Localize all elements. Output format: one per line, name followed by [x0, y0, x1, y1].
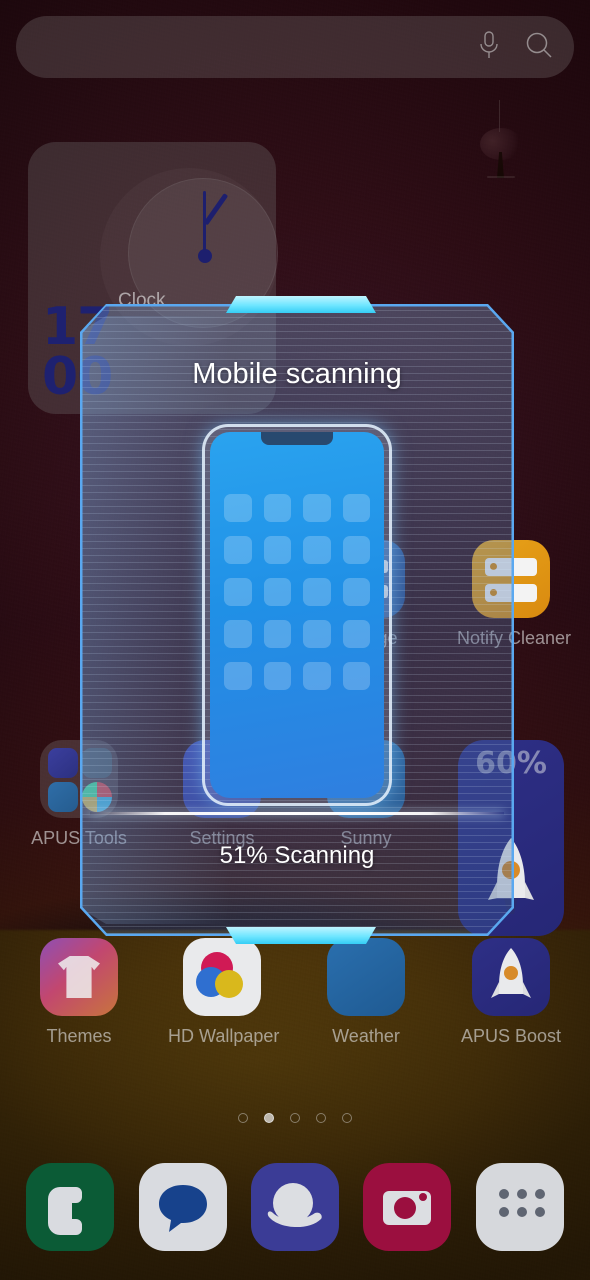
app-drawer-icon — [498, 1189, 545, 1217]
search-input[interactable] — [40, 16, 470, 78]
app-label: HD Wallpaper — [168, 1026, 280, 1046]
search-icon[interactable] — [524, 30, 554, 65]
phone-notch — [261, 432, 333, 445]
page-dot[interactable] — [342, 1113, 352, 1123]
rocket-icon — [472, 938, 550, 1016]
dock — [0, 1163, 590, 1251]
smartphone-icon — [202, 424, 392, 806]
app-apus-boost[interactable]: APUS Boost — [457, 938, 565, 1047]
page-dot[interactable] — [316, 1113, 326, 1123]
search-bar[interactable] — [16, 16, 574, 78]
tshirt-icon — [40, 938, 118, 1016]
app-themes[interactable]: Themes — [25, 938, 133, 1047]
scan-progress-line — [90, 812, 504, 815]
microphone-icon[interactable] — [476, 30, 502, 65]
dock-camera[interactable] — [363, 1163, 452, 1251]
dock-app-drawer[interactable] — [475, 1163, 564, 1251]
app-label: Weather — [332, 1026, 400, 1046]
page-dot-active[interactable] — [264, 1113, 274, 1123]
page-dot[interactable] — [290, 1113, 300, 1123]
wallpaper-icon — [183, 938, 261, 1016]
app-weather[interactable]: Weather — [312, 938, 420, 1047]
page-dot[interactable] — [238, 1113, 248, 1123]
panel-top-notch — [226, 296, 376, 313]
mobile-scanning-panel[interactable]: Mobile scanning 51% Scanning — [80, 296, 514, 944]
scan-status-text: 51% Scanning — [219, 842, 375, 869]
app-hd-wallpaper[interactable]: HD Wallpaper — [168, 938, 280, 1047]
weather-icon — [327, 938, 405, 1016]
page-indicator[interactable] — [0, 1113, 590, 1123]
dock-internet[interactable] — [250, 1163, 339, 1251]
panel-bottom-notch — [226, 927, 376, 944]
dock-messages[interactable] — [138, 1163, 227, 1251]
clock-hour-hand — [203, 193, 229, 226]
app-label: Themes — [46, 1026, 112, 1046]
scan-title: Mobile scanning — [192, 358, 402, 390]
home-screen: 17 00 Clock Storage Notify Cleaner APUS … — [0, 0, 590, 1280]
app-label: APUS Boost — [460, 1026, 562, 1046]
clock-pivot — [198, 249, 212, 263]
phone-app-grid — [224, 494, 370, 690]
dock-phone[interactable] — [26, 1163, 115, 1251]
